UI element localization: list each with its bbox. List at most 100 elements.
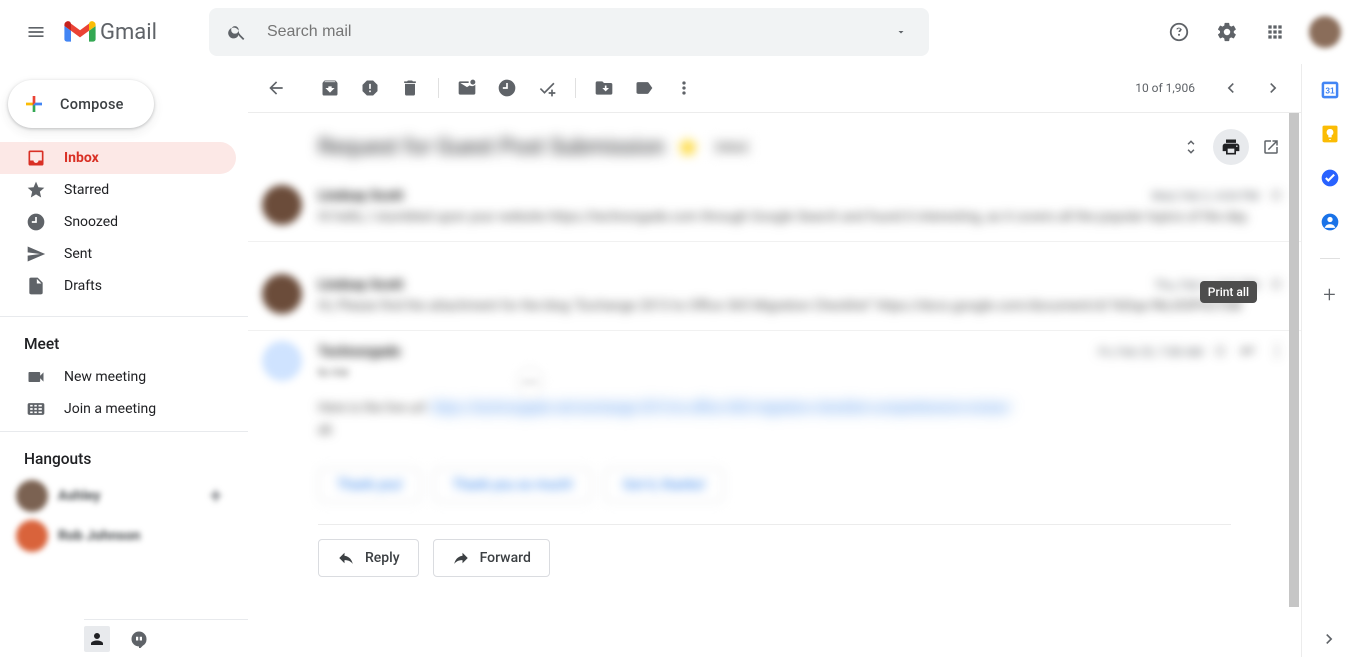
app-header: Gmail: [0, 0, 1357, 64]
important-marker[interactable]: ⭐: [677, 137, 699, 158]
chevron-left-icon: [1221, 78, 1241, 98]
compose-button[interactable]: Compose: [8, 80, 154, 128]
archive-button[interactable]: [310, 68, 350, 108]
message-3-reply[interactable]: ↩: [1241, 341, 1259, 360]
message-3-sender: Technorgade: [318, 344, 400, 360]
hamburger-icon: [26, 22, 46, 42]
expand-hidden-messages[interactable]: ⋯: [516, 367, 544, 395]
nav-sent-label: Sent: [64, 246, 92, 262]
search-input[interactable]: [265, 22, 873, 42]
subject-row: Request for Guest Post Submission ⭐ Inbo…: [248, 113, 1301, 175]
snooze-button[interactable]: [487, 68, 527, 108]
message-1-preview: Hi hello, I stumbled upon your website h…: [318, 208, 1287, 227]
help-icon: [1168, 21, 1190, 43]
tasks-app-button[interactable]: [1320, 168, 1340, 188]
toolbar-sep-1: [438, 78, 439, 98]
hangouts-new-chat[interactable]: +: [210, 484, 222, 509]
message-2-star[interactable]: ☆: [1269, 274, 1287, 293]
move-to-button[interactable]: [584, 68, 624, 108]
smart-reply-3[interactable]: Got it, thanks!: [604, 468, 724, 502]
message-3-more[interactable]: ⋮: [1269, 341, 1287, 360]
hangouts-avatar-1: [16, 480, 48, 512]
search-options-button[interactable]: [873, 26, 929, 38]
message-3-star[interactable]: ☆: [1213, 341, 1231, 360]
contacts-app-button[interactable]: [1320, 212, 1340, 232]
footer-tab-hangouts[interactable]: [126, 626, 152, 652]
calendar-icon: 31: [1320, 80, 1340, 100]
nav-drafts-label: Drafts: [64, 278, 102, 294]
spam-button[interactable]: [350, 68, 390, 108]
nav-inbox[interactable]: Inbox: [0, 142, 236, 174]
message-1-star[interactable]: ☆: [1269, 185, 1287, 204]
message-3-tail: ak: [318, 421, 1287, 440]
archive-icon: [320, 78, 340, 98]
forward-button[interactable]: Forward: [433, 539, 550, 577]
message-1-avatar: [262, 185, 302, 225]
nav-sent[interactable]: Sent: [0, 238, 236, 270]
main-content: 10 of 1,906 Request for Guest Post Submi…: [248, 64, 1301, 657]
main-menu-button[interactable]: [12, 8, 60, 56]
right-side-panel: 31 +: [1301, 64, 1357, 657]
nav-list: Inbox Starred Snoozed Sent Drafts: [0, 140, 248, 310]
calendar-app-button[interactable]: 31: [1320, 80, 1340, 100]
meet-join-meeting[interactable]: Join a meeting: [0, 393, 236, 425]
thread-label-chip[interactable]: Inbox: [711, 138, 752, 156]
collapse-side-panel-button[interactable]: [1319, 629, 1339, 649]
smart-reply-1[interactable]: Thank you!: [318, 468, 421, 502]
support-button[interactable]: [1159, 12, 1199, 52]
message-3-date: Fri, Feb 25, 7:08 AM: [1098, 345, 1203, 359]
gmail-logo-text: Gmail: [100, 20, 157, 45]
message-2-preview: Hi, Please find the attachment for the b…: [318, 297, 1287, 316]
scrollbar-thumb[interactable]: [1289, 113, 1299, 607]
nav-divider-2: [0, 431, 248, 432]
hangouts-section-title: Hangouts: [0, 438, 248, 476]
nav-starred[interactable]: Starred: [0, 174, 236, 206]
delete-button[interactable]: [390, 68, 430, 108]
header-right: [1159, 12, 1349, 52]
account-avatar[interactable]: [1309, 16, 1341, 48]
nav-drafts[interactable]: Drafts: [0, 270, 236, 302]
gmail-logo[interactable]: Gmail: [64, 20, 157, 45]
reply-icon: [337, 549, 355, 567]
next-message-button[interactable]: [1253, 68, 1293, 108]
search-bar[interactable]: [209, 8, 929, 56]
message-1[interactable]: Lindsay Scott Wed, Feb 2, 4:04 PM ☆ Hi h…: [248, 175, 1301, 242]
gear-icon: [1216, 21, 1238, 43]
mark-unread-button[interactable]: [447, 68, 487, 108]
print-all-button[interactable]: [1213, 129, 1249, 165]
get-addons-button[interactable]: +: [1323, 283, 1335, 308]
keep-app-button[interactable]: [1320, 124, 1340, 144]
more-button[interactable]: [664, 68, 704, 108]
add-to-tasks-button[interactable]: [527, 68, 567, 108]
back-button[interactable]: [256, 68, 296, 108]
subject-actions: [1173, 129, 1289, 165]
thread-subject: Request for Guest Post Submission: [318, 135, 665, 160]
settings-button[interactable]: [1207, 12, 1247, 52]
message-2[interactable]: Lindsay Scott Thu, Feb 3, 3:07 PM ☆ Hi, …: [248, 264, 1301, 331]
message-3-body: Here is the live url: https://technorgad…: [318, 399, 1287, 418]
message-3-avatar: [262, 341, 302, 381]
expand-collapse-button[interactable]: [1173, 129, 1209, 165]
clock-icon: [26, 212, 46, 232]
prev-message-button[interactable]: [1211, 68, 1251, 108]
nav-snoozed[interactable]: Snoozed: [0, 206, 236, 238]
reply-label: Reply: [365, 550, 400, 566]
message-3-body-text: Here is the live url:: [318, 400, 431, 416]
apps-button[interactable]: [1255, 12, 1295, 52]
hangouts-user-1[interactable]: Ashley +: [0, 476, 248, 516]
message-3-body-link[interactable]: https://technorgade.net/exchange-2013-to…: [431, 400, 1011, 416]
meet-new-meeting[interactable]: New meeting: [0, 361, 236, 393]
hangouts-user-2[interactable]: Rob Johnson: [0, 516, 248, 556]
smart-replies: Thank you! Thank you so much! Got it, th…: [248, 454, 1301, 518]
labels-button[interactable]: [624, 68, 664, 108]
open-new-window-button[interactable]: [1253, 129, 1289, 165]
search-button[interactable]: [209, 22, 265, 42]
smart-reply-2[interactable]: Thank you so much!: [433, 468, 592, 502]
footer-tab-contacts[interactable]: [84, 626, 110, 652]
print-icon: [1221, 137, 1241, 157]
caret-down-icon: [895, 26, 907, 38]
reply-button[interactable]: Reply: [318, 539, 419, 577]
scrollbar-track[interactable]: [1287, 113, 1301, 605]
keyboard-icon: [26, 399, 46, 419]
svg-text:31: 31: [1325, 85, 1335, 95]
